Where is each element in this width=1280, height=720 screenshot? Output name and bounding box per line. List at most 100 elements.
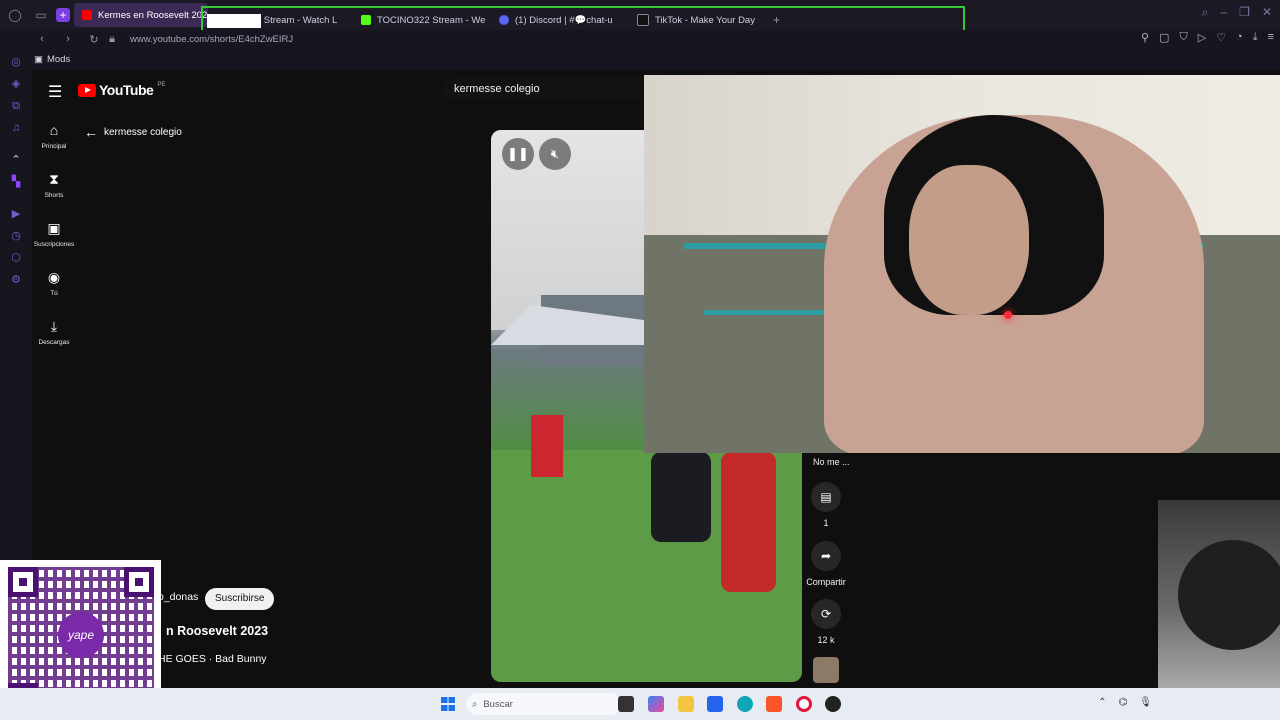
restore-icon[interactable]: ❐	[1239, 5, 1250, 20]
comments-button[interactable]: ▤ 1	[805, 482, 847, 528]
nav-shorts[interactable]: ⧗ Shorts	[32, 171, 76, 199]
microphone-icon[interactable]: 🎙︎	[1139, 697, 1152, 708]
tab-menu-icon[interactable]: ▭	[30, 4, 52, 26]
nav-home[interactable]: ⌂ Principal	[32, 122, 76, 150]
tab-active[interactable]: Kermes en Roosevelt 202	[74, 3, 208, 27]
extensions-icon[interactable]: ⧉	[10, 100, 22, 112]
back-to-search[interactable]: ← kermesse colegio	[84, 124, 182, 140]
remix-icon: ⟳	[811, 599, 841, 629]
address-bar-tools: ⚲ ▢ ⛉ ▷ ♡ ◔ ⤓ ≡	[1141, 31, 1274, 44]
taskbar-search[interactable]: ⌕ Buscar	[466, 693, 622, 715]
tab-tocino[interactable]: TOCINO322 Stream - We	[353, 8, 487, 32]
store-icon[interactable]	[707, 696, 723, 712]
youtube-logo[interactable]: YouTube PE	[78, 82, 165, 98]
forward-nav-icon[interactable]: ›	[60, 33, 76, 45]
dislike-label[interactable]: No me ...	[813, 457, 850, 467]
search-input[interactable]: kermesse colegio	[442, 78, 654, 100]
comments-count: 1	[823, 518, 829, 528]
subscribe-button[interactable]: Suscribirse	[205, 588, 275, 610]
video-frame-person	[651, 452, 711, 542]
heart-icon[interactable]: ♡	[1216, 31, 1226, 44]
play-icon[interactable]: ▷	[1198, 31, 1206, 44]
window-controls: ⌕ – ❐ ✕	[1202, 5, 1272, 20]
downloads-icon[interactable]: ⤓	[1253, 31, 1258, 44]
video-frame-person	[721, 452, 776, 592]
history-icon[interactable]: ◷	[10, 230, 22, 242]
country-code: PE	[157, 82, 166, 88]
pause-button[interactable]: ❚❚	[502, 138, 534, 170]
tab-label: TikTok - Make Your Day	[655, 14, 755, 26]
video-frame-booth	[531, 415, 563, 477]
arrow-left-icon: ←	[84, 124, 98, 140]
search-tabs-icon[interactable]: ⌕	[1202, 5, 1209, 20]
close-icon[interactable]: ✕	[1262, 5, 1272, 20]
bookmark-mods[interactable]: ▣ Mods	[34, 54, 70, 65]
minimize-icon[interactable]: –	[1220, 5, 1227, 20]
pin-icon[interactable]: ⚲	[1141, 31, 1149, 44]
new-workspace-icon[interactable]: +	[56, 8, 70, 22]
aria-icon[interactable]: ◈	[10, 78, 22, 90]
player-icon[interactable]: ▶	[10, 208, 22, 220]
reload-icon[interactable]: ↻	[86, 33, 102, 46]
twitch-icon[interactable]: ▚	[10, 176, 22, 188]
system-tray: ⌃ ⌬ 🎙︎	[1098, 697, 1152, 708]
pinboard-icon[interactable]: ⬡	[10, 252, 22, 264]
url-field[interactable]: www.youtube.com/shorts/E4chZwEIRJ	[130, 34, 293, 45]
sound-thumbnail[interactable]	[813, 657, 839, 683]
nav-you[interactable]: ◉ Tú	[32, 269, 76, 297]
yape-logo: yape	[58, 612, 104, 658]
chevron-up-icon[interactable]: ⌃	[1098, 697, 1106, 708]
qr-finder	[8, 567, 38, 597]
windows-taskbar: ⌕ Buscar ⌃ ⌬ 🎙︎	[0, 688, 1280, 720]
tab-label: (1) Discord | #💬chat-u	[515, 14, 613, 26]
tab-tiktok[interactable]: TikTok - Make Your Day	[629, 8, 763, 32]
music-label[interactable]: HE GOES · Bad Bunny	[158, 653, 267, 665]
opera-logo-icon[interactable]: ◯	[4, 4, 26, 26]
nav-downloads[interactable]: ⤓ Descargas	[32, 318, 76, 346]
menu-icon[interactable]: ☰	[48, 82, 62, 102]
task-view-icon[interactable]	[618, 696, 634, 712]
nav-label: Descargas	[38, 339, 70, 346]
youtube-favicon-icon	[82, 10, 92, 20]
copilot-icon[interactable]	[648, 696, 664, 712]
tab-label: Kermes en Roosevelt 202	[98, 9, 208, 21]
pig-image	[1178, 540, 1280, 650]
music-icon[interactable]: ♫	[10, 122, 22, 134]
youtube-play-icon	[78, 83, 96, 97]
tab-label: TOCINO322 Stream - We	[377, 14, 486, 26]
messenger-icon[interactable]: ◎	[10, 56, 22, 68]
remix-button[interactable]: ⟳ 12 k	[805, 599, 847, 645]
logo-text: YouTube	[99, 82, 154, 98]
opera-icon[interactable]	[796, 696, 812, 712]
user-icon: ◉	[47, 269, 61, 285]
shield-icon[interactable]: ⛉	[1179, 31, 1187, 44]
profile-icon[interactable]: ◔	[1236, 31, 1243, 44]
tab-discord[interactable]: (1) Discord | #💬chat-u	[491, 8, 625, 32]
brave-icon[interactable]	[766, 696, 782, 712]
kick-icon[interactable]: ⌃	[10, 154, 22, 166]
obs-icon[interactable]	[825, 696, 841, 712]
home-icon: ⌂	[49, 122, 59, 138]
short-title[interactable]: n Roosevelt 2023	[166, 624, 268, 638]
file-explorer-icon[interactable]	[678, 696, 694, 712]
nav-subscriptions[interactable]: ▣ Suscripciones	[32, 220, 76, 248]
share-label: Compartir	[806, 577, 846, 587]
back-nav-icon[interactable]: ‹	[34, 33, 50, 45]
back-label: kermesse colegio	[104, 126, 182, 138]
comment-icon: ▤	[811, 482, 841, 512]
edge-icon[interactable]	[737, 696, 753, 712]
folder-icon: ▣	[34, 53, 43, 65]
settings-icon[interactable]: ≡	[1268, 31, 1274, 44]
nav-label: Principal	[41, 143, 67, 150]
nav-label: Tú	[50, 290, 58, 297]
share-icon: ➦	[811, 541, 841, 571]
lock-icon: 🔒︎	[109, 32, 115, 45]
share-button[interactable]: ➦ Compartir	[805, 541, 847, 587]
mute-button[interactable]: 🔇︎	[539, 138, 571, 170]
network-icon[interactable]: ⌬	[1119, 697, 1128, 708]
sidebar-settings-icon[interactable]: ⚙	[10, 274, 22, 286]
windows-start-icon[interactable]	[441, 697, 455, 711]
snapshot-icon[interactable]: ▢	[1159, 31, 1169, 44]
channel-name[interactable]: o_donas	[158, 591, 198, 603]
new-tab-plus-icon[interactable]: +	[773, 13, 780, 27]
